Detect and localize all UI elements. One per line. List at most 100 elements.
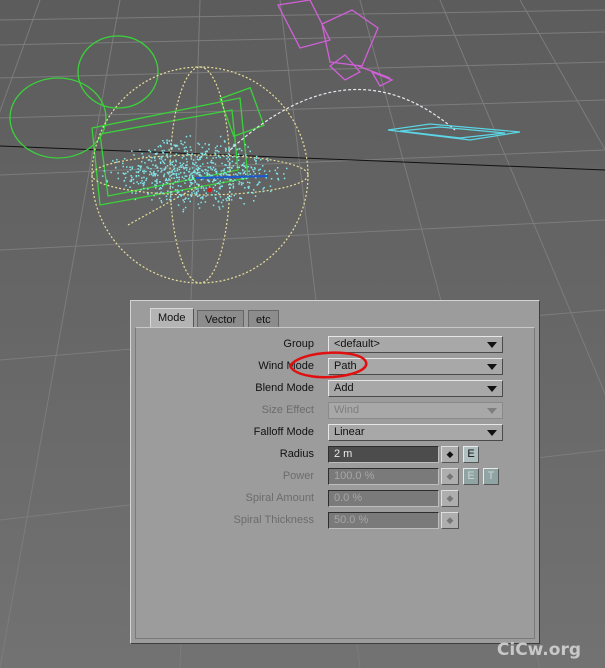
particle xyxy=(223,173,225,175)
particle xyxy=(235,162,237,164)
tab-mode[interactable]: Mode xyxy=(150,308,194,328)
particle xyxy=(214,149,217,152)
wind-mode-value: Path xyxy=(334,360,357,372)
power-spinner-icon[interactable]: ◆ xyxy=(441,468,459,485)
particle xyxy=(148,155,150,157)
particle xyxy=(197,188,199,190)
particle xyxy=(192,159,195,161)
spiral-thickness-row: Spiral Thickness 50.0 % ◆ xyxy=(136,512,536,530)
particle xyxy=(166,142,168,145)
particle xyxy=(230,195,232,198)
particle xyxy=(150,172,153,174)
particle xyxy=(262,188,264,190)
particle xyxy=(168,178,170,180)
particle xyxy=(196,164,198,167)
radius-input[interactable]: 2 m xyxy=(328,446,439,463)
particle xyxy=(254,172,256,175)
particle xyxy=(212,162,215,164)
particle xyxy=(201,196,203,198)
particle xyxy=(141,152,143,155)
particle xyxy=(177,204,180,206)
particle xyxy=(152,172,155,174)
wind-mode-row: Wind Mode Path xyxy=(136,358,536,376)
particle xyxy=(169,155,172,157)
power-envelope-button[interactable]: E xyxy=(463,468,479,485)
particle xyxy=(130,175,132,177)
power-texture-button[interactable]: T xyxy=(483,468,499,485)
particle xyxy=(112,160,114,162)
particle xyxy=(192,178,194,180)
particle xyxy=(265,177,267,179)
particle xyxy=(268,170,271,172)
particle xyxy=(247,186,249,188)
particle xyxy=(247,181,249,183)
particle xyxy=(204,143,206,145)
particle xyxy=(169,143,172,145)
particle xyxy=(149,170,151,173)
particle xyxy=(123,180,125,182)
particle xyxy=(163,149,165,152)
particle xyxy=(199,165,202,167)
particle xyxy=(211,162,213,164)
particle xyxy=(117,172,119,174)
tab-vector[interactable]: Vector xyxy=(197,310,245,328)
particle xyxy=(243,162,245,164)
particle xyxy=(181,176,184,178)
particle xyxy=(127,171,129,173)
particle xyxy=(122,162,124,165)
particle xyxy=(165,195,168,197)
falloff-mode-dropdown[interactable]: Linear xyxy=(328,424,503,441)
wind-mode-dropdown[interactable]: Path xyxy=(328,358,503,375)
particle xyxy=(182,199,184,201)
particle xyxy=(242,182,244,184)
particle xyxy=(141,177,143,179)
spiral-amount-spinner-icon[interactable]: ◆ xyxy=(441,490,459,507)
tab-etc[interactable]: etc xyxy=(248,310,279,328)
power-input[interactable]: 100.0 % xyxy=(328,468,439,485)
particle xyxy=(167,179,169,182)
particle xyxy=(200,201,202,204)
particle xyxy=(153,157,156,159)
particle xyxy=(125,172,127,175)
radius-spinner-icon[interactable]: ◆ xyxy=(441,446,459,463)
particle xyxy=(160,158,163,160)
particle xyxy=(232,180,234,182)
spiral-thickness-label: Spiral Thickness xyxy=(233,514,315,526)
particle xyxy=(230,184,232,186)
particle xyxy=(269,185,272,187)
particle xyxy=(175,144,178,147)
particle xyxy=(255,160,257,162)
particle xyxy=(185,175,188,177)
spiral-thickness-input[interactable]: 50.0 % xyxy=(328,512,439,529)
particle xyxy=(267,160,269,162)
particle xyxy=(245,177,248,180)
wind-mode-label: Wind Mode xyxy=(258,360,314,372)
particle xyxy=(181,194,183,196)
particle xyxy=(183,171,185,174)
particle xyxy=(240,182,243,184)
group-dropdown[interactable]: <default> xyxy=(328,336,503,353)
particle xyxy=(140,189,142,191)
particle xyxy=(238,181,241,183)
particle xyxy=(117,177,120,180)
blend-mode-dropdown[interactable]: Add xyxy=(328,380,503,397)
particle xyxy=(232,187,235,189)
particle xyxy=(201,152,204,155)
particle xyxy=(143,181,146,184)
radius-envelope-button[interactable]: E xyxy=(463,446,479,463)
particle xyxy=(236,174,239,176)
particle xyxy=(160,171,162,173)
particle xyxy=(182,210,184,213)
particle xyxy=(283,177,286,180)
particle xyxy=(150,160,153,162)
particle xyxy=(249,173,251,175)
particle xyxy=(147,193,149,195)
particle xyxy=(220,145,222,147)
particle xyxy=(153,173,156,176)
size-effect-dropdown[interactable]: Wind xyxy=(328,402,503,419)
particle xyxy=(190,155,193,158)
blend-mode-value: Add xyxy=(334,382,354,394)
spiral-thickness-spinner-icon[interactable]: ◆ xyxy=(441,512,459,529)
blend-mode-label: Blend Mode xyxy=(255,382,314,394)
spiral-amount-input[interactable]: 0.0 % xyxy=(328,490,439,507)
